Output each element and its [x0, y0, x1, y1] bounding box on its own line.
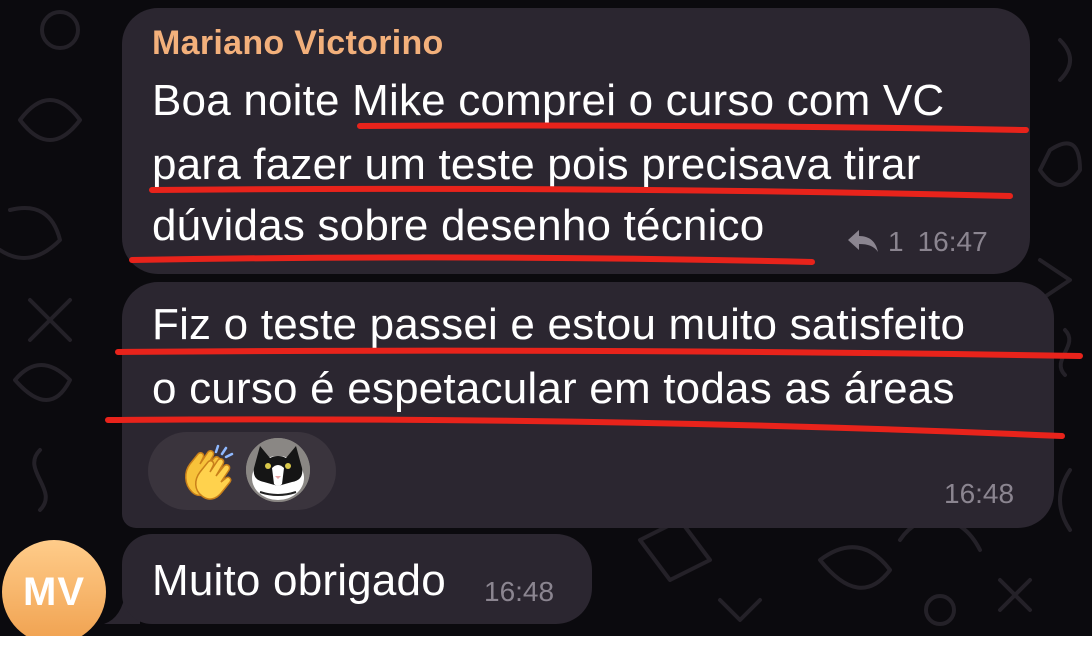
reply-count: 1 — [888, 226, 904, 257]
message-2-line-1: Fiz o teste passei e estou muito satisfe… — [152, 300, 966, 349]
message-1-line-3: dúvidas sobre desenho técnico — [152, 201, 765, 250]
avatar[interactable]: MV — [2, 540, 106, 644]
message-2-time: 16:48 — [944, 478, 1015, 509]
message-1-meta[interactable]: 1 16:47 — [846, 226, 988, 258]
message-3-line-1: Muito obrigado — [152, 556, 446, 605]
cat-avatar[interactable] — [246, 438, 310, 502]
message-2-line-2: o curso é espetacular em todas as áreas — [152, 364, 955, 413]
reply-arrow-icon — [848, 230, 878, 252]
bottom-edge — [0, 636, 1092, 646]
clapping-hands-emoji[interactable] — [178, 442, 238, 502]
message-1-line-1: Boa noite Mike comprei o curso com VC — [152, 76, 945, 125]
message-3-time: 16:48 — [484, 576, 555, 607]
sender-name[interactable]: Mariano Victorino — [152, 24, 444, 63]
cat-picture — [246, 438, 310, 502]
message-1-time: 16:47 — [917, 226, 988, 257]
message-1-line-2: para fazer um teste pois precisava tirar — [152, 140, 921, 189]
chat-screen: Mariano Victorino Boa noite Mike comprei… — [0, 0, 1092, 646]
